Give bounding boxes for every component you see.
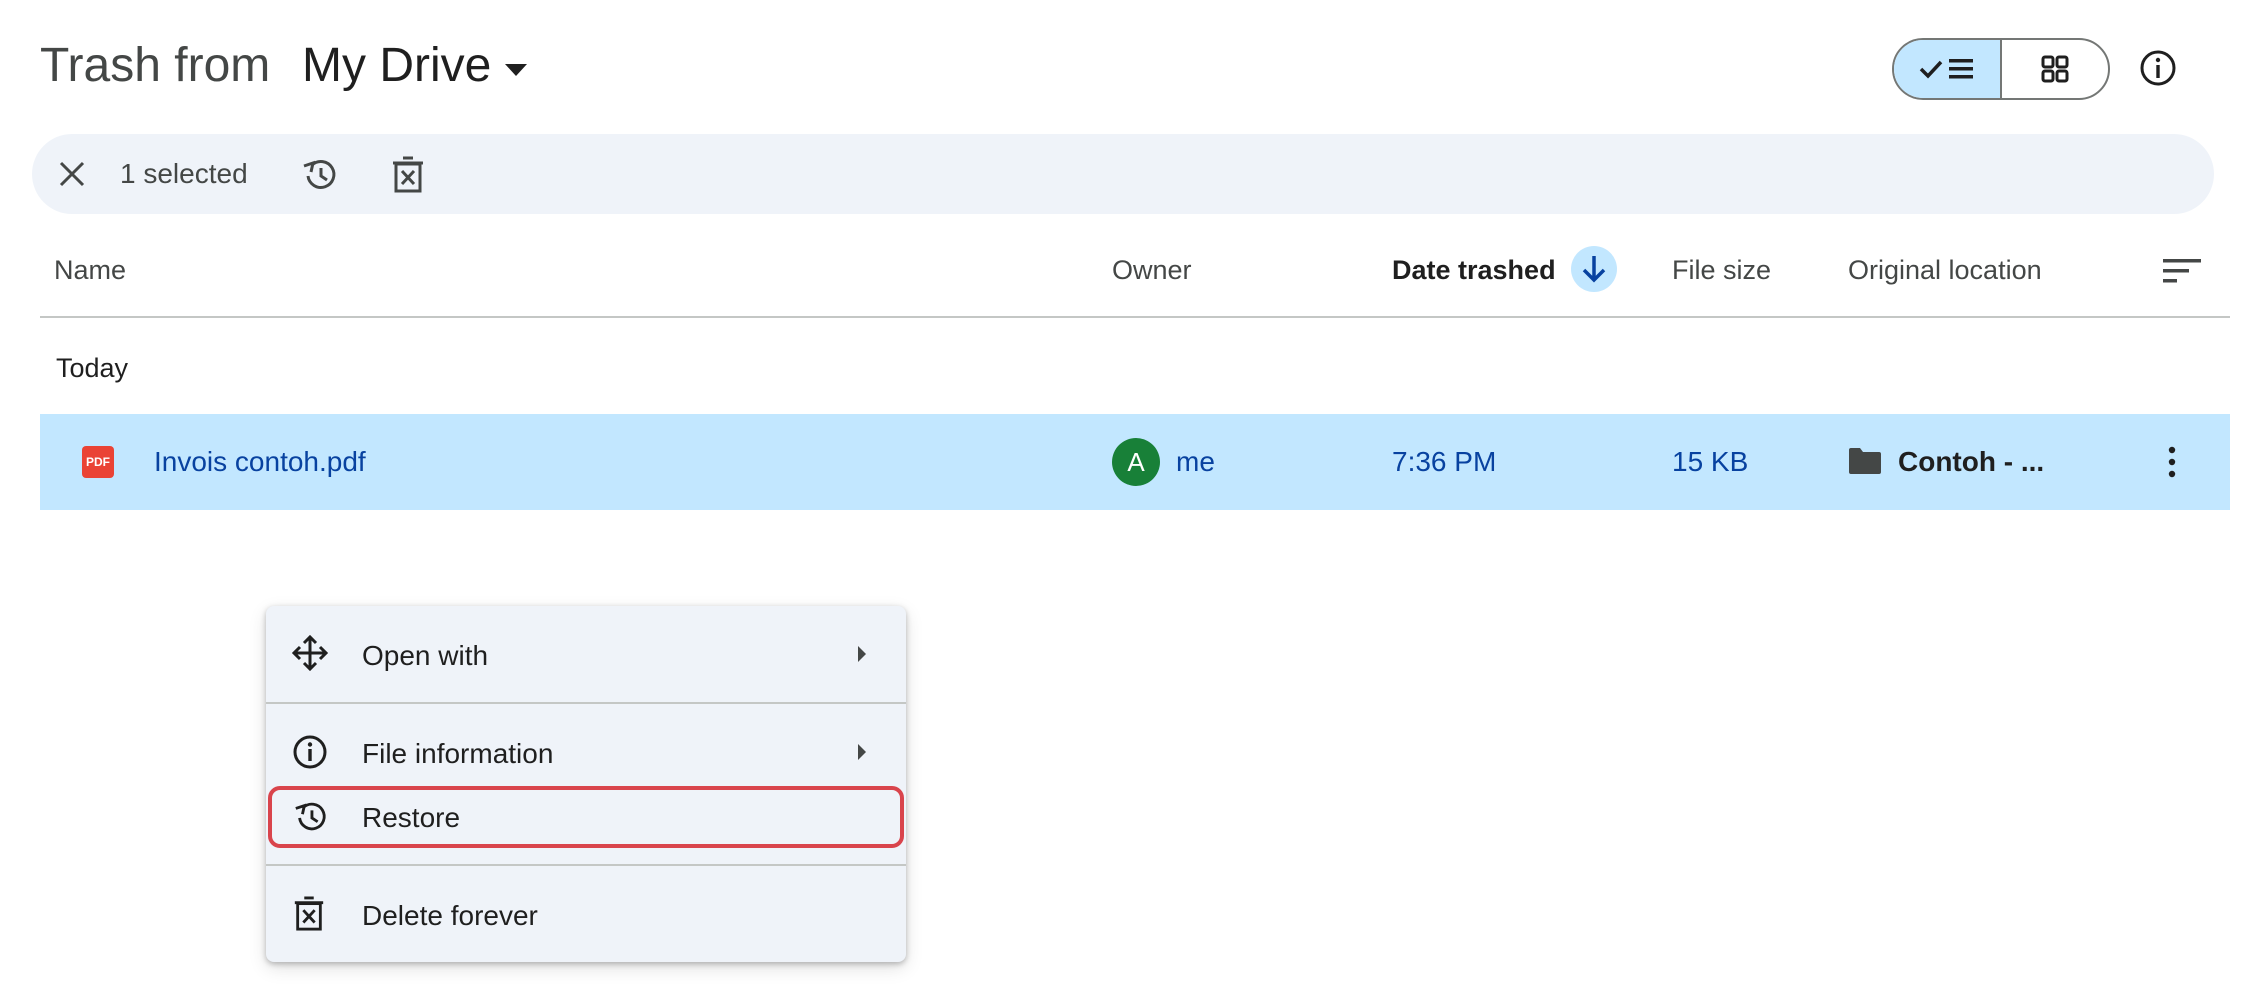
pdf-file-icon: PDF bbox=[82, 446, 114, 478]
folder-icon bbox=[1848, 446, 1882, 476]
grid-view-icon bbox=[2041, 55, 2069, 83]
file-name[interactable]: Invois contoh.pdf bbox=[154, 446, 366, 478]
column-header-file-size[interactable]: File size bbox=[1672, 255, 1771, 286]
original-location-link[interactable]: Contoh - ... bbox=[1898, 446, 2044, 478]
list-view-icon bbox=[1919, 59, 1973, 79]
column-header-name[interactable]: Name bbox=[54, 255, 126, 286]
owner-name: me bbox=[1176, 446, 1215, 477]
owner-avatar: A bbox=[1112, 438, 1160, 486]
file-size: 15 KB bbox=[1672, 446, 1749, 477]
view-toggle[interactable] bbox=[1892, 38, 2110, 100]
dropdown-caret-icon[interactable] bbox=[505, 64, 527, 76]
menu-divider bbox=[266, 702, 906, 704]
restore-icon bbox=[303, 160, 336, 189]
menu-item-file-information[interactable]: File information bbox=[362, 738, 553, 770]
arrow-down-icon bbox=[1582, 256, 1606, 283]
header-divider bbox=[40, 316, 2230, 318]
close-icon bbox=[59, 161, 85, 187]
details-info-button[interactable] bbox=[2138, 48, 2178, 88]
info-icon bbox=[292, 734, 328, 770]
sort-options-icon bbox=[2163, 259, 2201, 283]
submenu-arrow-icon bbox=[856, 644, 868, 664]
column-header-original-location[interactable]: Original location bbox=[1848, 255, 2042, 286]
open-with-icon bbox=[292, 635, 328, 671]
menu-item-restore[interactable]: Restore bbox=[362, 802, 460, 834]
grid-view-button[interactable] bbox=[2002, 40, 2108, 98]
delete-forever-icon bbox=[393, 156, 423, 193]
menu-item-delete-forever[interactable]: Delete forever bbox=[362, 900, 538, 932]
clear-selection-button[interactable] bbox=[56, 158, 88, 190]
column-header-owner[interactable]: Owner bbox=[1112, 255, 1192, 286]
submenu-arrow-icon bbox=[856, 742, 868, 762]
selection-toolbar bbox=[32, 134, 2214, 214]
location-dropdown[interactable]: My Drive bbox=[302, 38, 491, 93]
menu-item-open-with[interactable]: Open with bbox=[362, 640, 488, 672]
list-view-button[interactable] bbox=[1894, 40, 2002, 98]
info-icon bbox=[2140, 50, 2176, 86]
group-label-today: Today bbox=[56, 353, 129, 383]
date-trashed: 7:36 PM bbox=[1392, 446, 1497, 477]
restore-icon bbox=[292, 798, 330, 836]
selection-count: 1 selected bbox=[120, 158, 248, 189]
column-header-date-trashed[interactable]: Date trashed bbox=[1392, 255, 1556, 286]
sort-options-button[interactable] bbox=[2163, 257, 2203, 285]
restore-button[interactable] bbox=[300, 155, 340, 195]
more-vert-icon bbox=[2168, 446, 2176, 478]
more-actions-button[interactable] bbox=[2164, 444, 2180, 480]
sort-direction-button[interactable] bbox=[1571, 246, 1617, 292]
delete-forever-icon bbox=[292, 895, 326, 933]
delete-forever-button[interactable] bbox=[390, 155, 426, 195]
page-title-prefix: Trash from bbox=[40, 39, 271, 92]
menu-divider bbox=[266, 864, 906, 866]
